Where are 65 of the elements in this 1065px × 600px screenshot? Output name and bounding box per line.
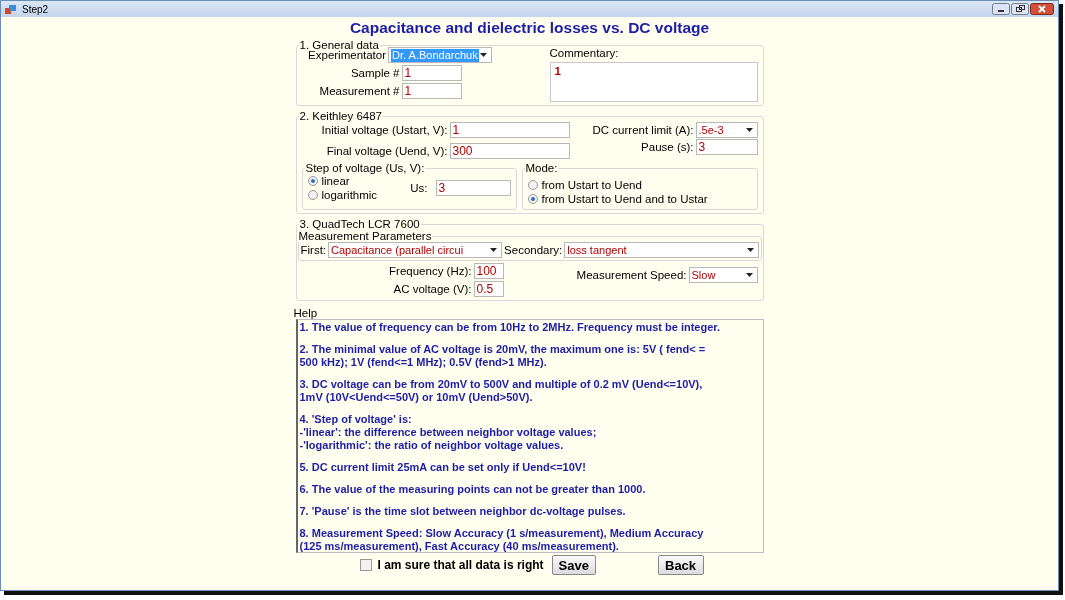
caret-icon: [746, 248, 754, 252]
radio-label[interactable]: from Ustart to Uend: [541, 178, 642, 192]
form-title: Capacitance and dielectric losses vs. DC voltage: [348, 19, 711, 37]
field-label: Measurement Speed:: [576, 268, 687, 282]
field-label: AC voltage (V):: [392, 282, 472, 296]
restore-icon[interactable]: [1011, 3, 1029, 15]
field-label: DC current limit (A):: [592, 123, 694, 137]
input-field[interactable]: 0.5: [473, 281, 504, 297]
minimize-icon[interactable]: [992, 3, 1010, 15]
checkbox[interactable]: [359, 559, 372, 571]
dropdown[interactable]: .5e-3: [695, 122, 758, 138]
dropdown[interactable]: Capacitance (parallel circui: [328, 242, 503, 258]
app-icon: [5, 4, 16, 14]
help-paragraph: 2. The minimal value of AC voltage is 20mV, the maximum one is: 5V ( fend< = 500 kHz); 1V (fend<=1 MHz); 0.5V (fend>1 MHz).: [299, 343, 707, 369]
group-label: Measurement Parameters: [297, 230, 433, 242]
input-field[interactable]: 300: [449, 143, 570, 159]
radio-label[interactable]: linear: [321, 174, 350, 188]
text-area[interactable]: 1: [549, 62, 758, 102]
group-label: 3. QuadTech LCR 7600: [298, 218, 421, 230]
help-paragraph: 7. 'Pause' is the time slot between neighbor dc-voltage pulses.: [299, 505, 627, 518]
input-field[interactable]: 1: [449, 122, 570, 138]
caret-icon: [490, 248, 498, 252]
radio-button[interactable]: [307, 176, 318, 186]
action-button[interactable]: Back: [657, 555, 704, 575]
field-label: Initial voltage (Ustart, V):: [320, 123, 448, 137]
radio-button[interactable]: [307, 190, 318, 200]
field-label: Sample #: [349, 66, 400, 80]
input-field[interactable]: 100: [473, 263, 504, 279]
input-field[interactable]: 1: [401, 83, 462, 99]
group-label: 1. General data: [298, 39, 380, 51]
field-label: Frequency (Hz):: [388, 264, 472, 278]
caret-icon: [745, 273, 753, 277]
caret-icon: [479, 53, 487, 57]
dropdown[interactable]: loss tangent: [564, 242, 759, 258]
help-paragraph: 5. DC current limit 25mA can be set only if Uend<=10V!: [299, 461, 587, 474]
caret-icon: [745, 128, 753, 132]
group-label: 2. Keithley 6487: [298, 110, 383, 122]
input-field[interactable]: 3: [435, 180, 511, 196]
action-button[interactable]: Save: [551, 555, 596, 575]
help-paragraph: 4. 'Step of voltage' is: -'linear': the difference between neighbor voltage values; -'logarithmic': the ratio of neighbor voltage values.: [299, 413, 598, 452]
help-paragraph: 8. Measurement Speed: Slow Accuracy (1 s/measurement), Medium Accuracy (125 ms/measurement), Fast Accuracy (40 ms/measurement).: [299, 527, 705, 553]
radio-button[interactable]: [527, 194, 538, 204]
group-label: Mode:: [524, 162, 559, 174]
close-icon[interactable]: [1030, 3, 1054, 15]
radio-label[interactable]: logarithmic: [321, 188, 378, 202]
field-label: First:: [300, 243, 327, 257]
group-label: Step of voltage (Us, V):: [304, 162, 426, 174]
field-label: Secondary:: [504, 243, 563, 257]
field-label: Final voltage (Uend, V):: [325, 144, 448, 158]
field-label: Us:: [410, 181, 428, 195]
input-field[interactable]: 3: [695, 139, 758, 155]
help-paragraph: 6. The value of the measuring points can not be greater than 1000.: [299, 483, 647, 496]
help-paragraph: 3. DC voltage can be from 20mV to 500V and multiple of 0.2 mV (Uend<=10V), 1mV (10V<Uend<=50V) or 10mV (Uend>50V).: [299, 378, 704, 404]
group-label: Help: [292, 307, 319, 319]
input-field[interactable]: 1: [401, 65, 462, 81]
checkbox-label[interactable]: I am sure that all data is right: [377, 558, 544, 572]
field-label: Pause (s):: [641, 140, 694, 154]
help-paragraph: 1. The value of frequency can be from 10Hz to 2MHz. Frequency must be integer.: [299, 321, 722, 334]
field-label: Experimentator: [308, 48, 387, 62]
radio-button[interactable]: [527, 180, 538, 190]
dropdown[interactable]: Slow: [688, 267, 758, 283]
radio-label[interactable]: from Ustart to Uend and to Ustar: [541, 192, 708, 206]
field-label: Commentary:: [549, 47, 620, 60]
window-title: Step2: [22, 3, 49, 15]
field-label: Measurement #: [318, 84, 400, 98]
